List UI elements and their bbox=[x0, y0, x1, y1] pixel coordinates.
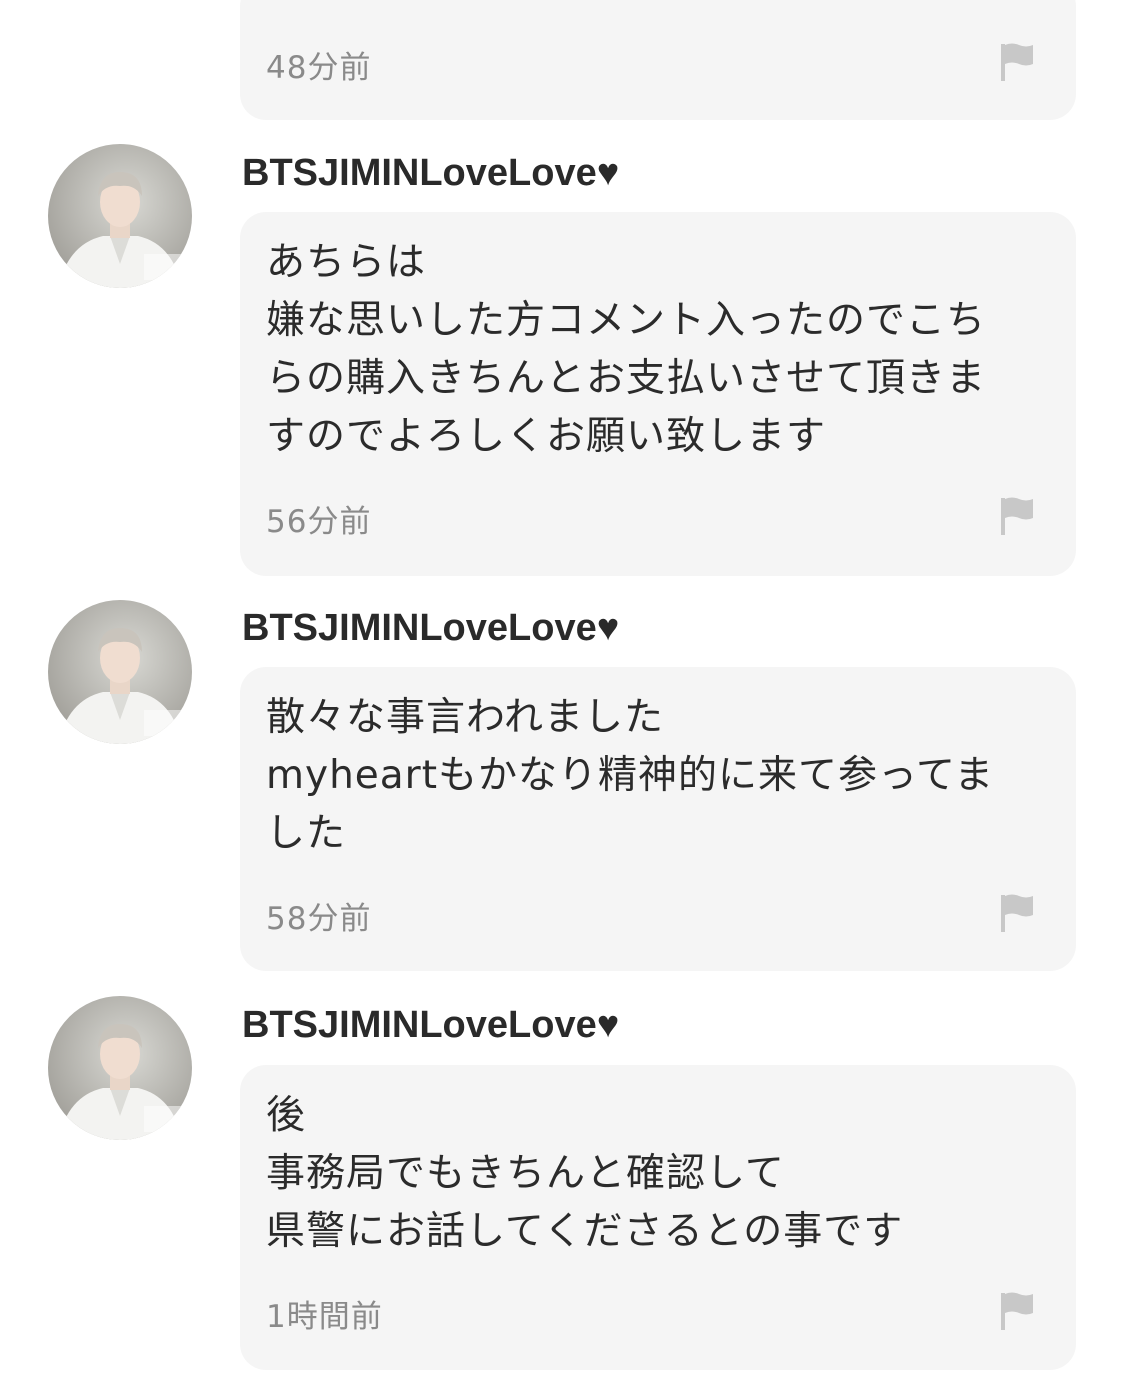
comment-body: 後 事務局でもきちんと確認して 県警にお話してくださるとの事です bbox=[266, 1087, 1036, 1261]
comment-username[interactable]: BTSJIMINLoveLove♥ bbox=[242, 152, 619, 195]
comment-line: 事務局でもきちんと確認して bbox=[266, 1151, 785, 1196]
comment-line: myheartもかなり精神的に来て参ってま bbox=[266, 753, 995, 798]
comment-line: 後 bbox=[266, 1093, 307, 1138]
comment-line: すのでよろしくお願い致します bbox=[266, 414, 827, 459]
comment-time: 1時間前 bbox=[266, 1299, 383, 1335]
comment-bubble: 後 事務局でもきちんと確認して 県警にお話してくださるとの事です 1時間前 bbox=[240, 1065, 1076, 1370]
flag-report-icon[interactable] bbox=[1000, 42, 1034, 82]
comment-bubble: 散々な事言われました myheartもかなり精神的に来て参ってま した 58分前 bbox=[240, 667, 1076, 971]
flag-report-icon[interactable] bbox=[1000, 893, 1034, 933]
comment-line: あちらは bbox=[266, 240, 427, 285]
comment-bubble-top: 48分前 bbox=[240, 0, 1076, 120]
comment-line: らの購入きちんとお支払いさせて頂きま bbox=[266, 356, 987, 401]
comment-body: あちらは 嫌な思いした方コメント入ったのでこち らの購入きちんとお支払いさせて頂… bbox=[266, 234, 1036, 466]
comment-line: した bbox=[266, 811, 347, 856]
comment-username[interactable]: BTSJIMINLoveLove♥ bbox=[242, 1004, 619, 1047]
comment-line: 嫌な思いした方コメント入ったのでこち bbox=[266, 298, 987, 343]
comment-line: 散々な事言われました bbox=[266, 695, 665, 740]
flag-report-icon[interactable] bbox=[1000, 496, 1034, 536]
comment-body: 散々な事言われました myheartもかなり精神的に来て参ってま した bbox=[266, 689, 1036, 863]
flag-report-icon[interactable] bbox=[1000, 1291, 1034, 1331]
comment-line: 県警にお話してくださるとの事です bbox=[266, 1209, 904, 1254]
user-avatar[interactable] bbox=[48, 996, 192, 1140]
user-avatar[interactable] bbox=[48, 600, 192, 744]
comment-bubble: あちらは 嫌な思いした方コメント入ったのでこち らの購入きちんとお支払いさせて頂… bbox=[240, 212, 1076, 576]
comment-time: 58分前 bbox=[266, 901, 372, 937]
comment-time: 48分前 bbox=[266, 50, 372, 86]
user-avatar[interactable] bbox=[48, 144, 192, 288]
comment-time: 56分前 bbox=[266, 504, 372, 540]
comment-username[interactable]: BTSJIMINLoveLove♥ bbox=[242, 607, 619, 650]
